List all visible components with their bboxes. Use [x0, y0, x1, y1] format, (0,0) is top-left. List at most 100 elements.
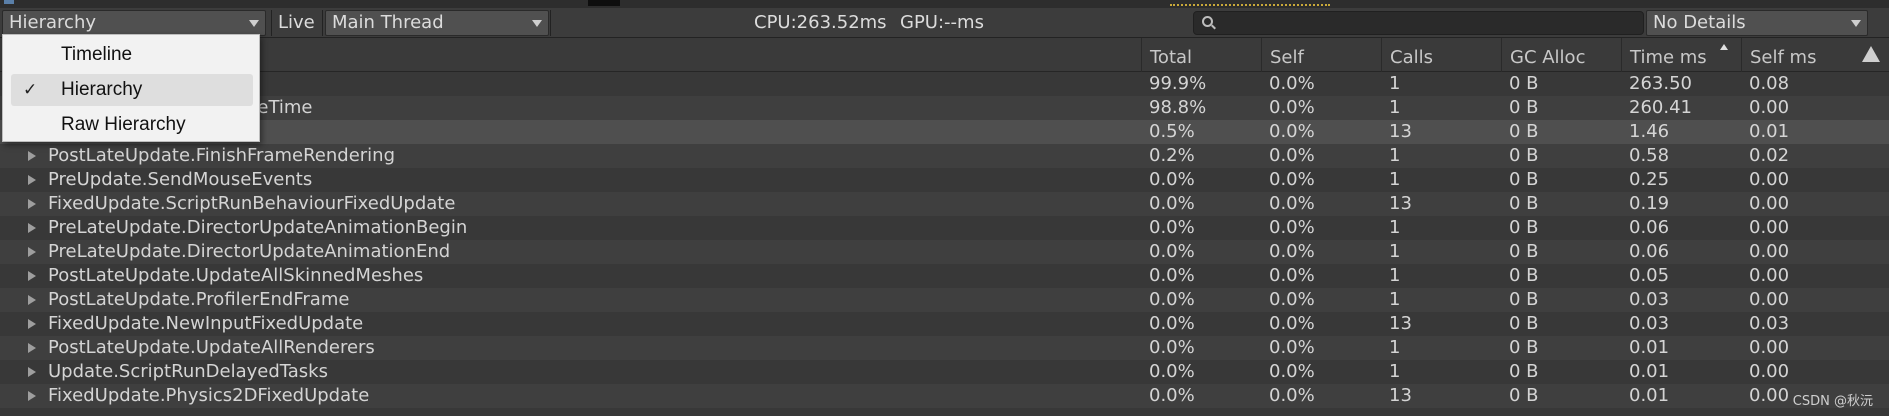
menu-item-hierarchy[interactable]: ✓ Hierarchy — [11, 74, 253, 106]
cell-self: 0.0% — [1269, 169, 1315, 190]
cell-self: 0.0% — [1269, 73, 1315, 94]
cell-selfms: 0.00 — [1749, 361, 1790, 382]
row-name: FixedUpdate.NewInputFixedUpdate — [48, 313, 364, 334]
header-total[interactable]: Total — [1141, 38, 1261, 72]
table-row[interactable]: PostLateUpdate.UpdateAllRenderers 0.0% 0.0… — [0, 336, 1889, 360]
expand-arrow-icon[interactable] — [28, 391, 36, 401]
table-row[interactable]: edUpdate0.5%0.0%130 B1.460.01 — [0, 120, 1889, 144]
cell-total: 0.0% — [1149, 361, 1195, 382]
view-mode-menu: Timeline ✓ Hierarchy Raw Hierarchy — [2, 34, 260, 142]
cell-calls: 1 — [1389, 169, 1401, 190]
cpu-time: CPU:263.52ms — [754, 12, 887, 33]
table-row[interactable]: PostLateUpdate.FinishFrameRendering 0.2% 0… — [0, 144, 1889, 168]
expand-arrow-icon[interactable] — [28, 151, 36, 161]
cell-calls: 1 — [1389, 241, 1401, 262]
table-row[interactable]: Update.ScriptRunDelayedTasks 0.0% 0.0% 1 0 B… — [0, 360, 1889, 384]
table-row[interactable]: FixedUpdate.Physics2DFixedUpdate 0.0% 0.0%… — [0, 384, 1889, 408]
cell-calls: 1 — [1389, 97, 1401, 118]
cell-gc: 0 B — [1509, 289, 1539, 310]
view-mode-label: Hierarchy — [9, 12, 97, 33]
search-input[interactable] — [1218, 13, 1642, 35]
cell-self: 0.0% — [1269, 97, 1315, 118]
row-name: PostLateUpdate.UpdateAllRenderers — [48, 337, 375, 358]
chevron-down-icon — [532, 20, 542, 27]
cell-calls: 1 — [1389, 337, 1401, 358]
table-row[interactable]: FixedUpdate.ScriptRunBehaviourFixedUpdat… — [0, 192, 1889, 216]
details-dropdown[interactable]: No Details — [1646, 10, 1868, 36]
cell-calls: 1 — [1389, 217, 1401, 238]
expand-arrow-icon[interactable] — [28, 247, 36, 257]
expand-arrow-icon[interactable] — [28, 199, 36, 209]
toolbar-divider — [550, 10, 551, 36]
cell-selfms: 0.01 — [1749, 121, 1790, 142]
menu-item-label: Timeline — [61, 44, 133, 65]
cell-self: 0.0% — [1269, 313, 1315, 334]
cell-total: 98.8% — [1149, 97, 1207, 118]
cell-self: 0.0% — [1269, 145, 1315, 166]
cell-selfms: 0.00 — [1749, 169, 1790, 190]
header-self[interactable]: Self — [1261, 38, 1381, 72]
table-row[interactable]: PostLateUpdate.ProfilerEndFrame 0.0% 0.0% 1… — [0, 288, 1889, 312]
search-field[interactable] — [1193, 11, 1644, 35]
cell-calls: 1 — [1389, 361, 1401, 382]
cell-time: 0.19 — [1629, 193, 1670, 214]
expand-arrow-icon[interactable] — [28, 271, 36, 281]
expand-arrow-icon[interactable] — [28, 319, 36, 329]
row-name: FixedUpdate.Physics2DFixedUpdate — [48, 385, 370, 406]
cell-gc: 0 B — [1509, 217, 1539, 238]
cell-time: 0.01 — [1629, 385, 1670, 406]
table-row[interactable]: tPresentationAndUpdateTime98.8%0.0%10 B2… — [0, 96, 1889, 120]
expand-arrow-icon[interactable] — [28, 295, 36, 305]
cell-total: 0.0% — [1149, 289, 1195, 310]
cell-calls: 13 — [1389, 121, 1412, 142]
header-calls[interactable]: Calls — [1381, 38, 1501, 72]
toolbar-divider — [271, 10, 272, 36]
header-self-ms[interactable]: Self ms — [1741, 38, 1861, 72]
live-toggle[interactable]: Live — [278, 10, 315, 36]
cell-total: 0.0% — [1149, 313, 1195, 334]
cell-total: 0.5% — [1149, 121, 1195, 142]
row-name: PostLateUpdate.UpdateAllSkinnedMeshes — [48, 265, 424, 286]
checkmark-icon: ✓ — [23, 80, 38, 99]
view-mode-dropdown[interactable]: Hierarchy — [2, 10, 266, 36]
cell-selfms: 0.00 — [1749, 97, 1790, 118]
header-gc-alloc[interactable]: GC Alloc — [1501, 38, 1621, 72]
table-row[interactable]: PreLateUpdate.DirectorUpdateAnimationEnd… — [0, 240, 1889, 264]
cell-total: 99.9% — [1149, 73, 1207, 94]
cell-calls: 1 — [1389, 265, 1401, 286]
sort-descending-icon — [1720, 44, 1728, 50]
row-name: FixedUpdate.ScriptRunBehaviourFixedUpdat… — [48, 193, 456, 214]
cell-selfms: 0.00 — [1749, 241, 1790, 262]
table-row[interactable]: FixedUpdate.NewInputFixedUpdate 0.0% 0.0% 1… — [0, 312, 1889, 336]
cell-time: 263.50 — [1629, 73, 1692, 94]
cell-selfms: 0.00 — [1749, 385, 1790, 406]
cell-gc: 0 B — [1509, 73, 1539, 94]
expand-arrow-icon[interactable] — [28, 175, 36, 185]
table-row[interactable]: PreUpdate.SendMouseEvents 0.0% 0.0% 1 0 B 0.2… — [0, 168, 1889, 192]
expand-arrow-icon[interactable] — [28, 343, 36, 353]
cell-time: 0.25 — [1629, 169, 1670, 190]
menu-item-raw-hierarchy[interactable]: Raw Hierarchy — [11, 109, 253, 141]
cell-gc: 0 B — [1509, 313, 1539, 334]
cell-time: 0.06 — [1629, 217, 1670, 238]
cell-calls: 13 — [1389, 313, 1412, 334]
cell-self: 0.0% — [1269, 193, 1315, 214]
cell-total: 0.0% — [1149, 265, 1195, 286]
cell-selfms: 0.00 — [1749, 193, 1790, 214]
thread-dropdown[interactable]: Main Thread — [325, 10, 549, 36]
cell-gc: 0 B — [1509, 265, 1539, 286]
cell-gc: 0 B — [1509, 145, 1539, 166]
table-row[interactable]: 99.9% 0.0% 1 0 B 263.50 0.08 — [0, 72, 1889, 96]
cell-gc: 0 B — [1509, 169, 1539, 190]
chevron-down-icon — [249, 20, 259, 27]
cell-time: 0.03 — [1629, 289, 1670, 310]
table-row[interactable]: PreLateUpdate.DirectorUpdateAnimationBeg… — [0, 216, 1889, 240]
table-row[interactable]: PostLateUpdate.UpdateAllSkinnedMeshes 0.0… — [0, 264, 1889, 288]
menu-item-timeline[interactable]: Timeline — [11, 39, 253, 71]
row-name: PreUpdate.SendMouseEvents — [48, 169, 313, 190]
cell-selfms: 0.00 — [1749, 265, 1790, 286]
expand-arrow-icon[interactable] — [28, 367, 36, 377]
expand-arrow-icon[interactable] — [28, 223, 36, 233]
cell-total: 0.0% — [1149, 217, 1195, 238]
column-menu-icon[interactable] — [1862, 46, 1880, 62]
